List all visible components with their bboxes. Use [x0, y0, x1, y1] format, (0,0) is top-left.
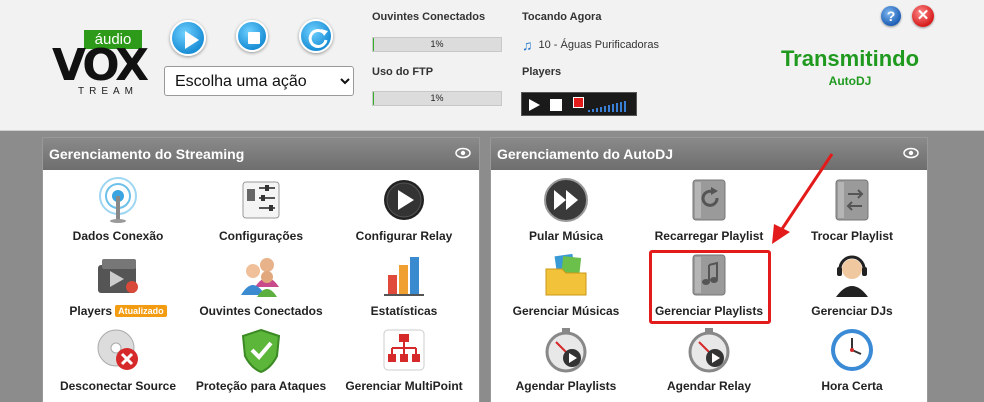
item-label: Configurações [218, 229, 303, 243]
item-label: Gerenciar MultiPoint [345, 379, 463, 393]
item-configuracoes[interactable]: Configurações [188, 170, 334, 248]
stream-status-source: AutoDJ [828, 74, 872, 88]
shield-check-icon [241, 328, 281, 374]
item-label: Estatísticas [370, 304, 438, 318]
reload-playlist-icon [692, 179, 726, 221]
streaming-panel-header: Gerenciamento do Streaming [43, 138, 479, 170]
item-agendar-relay[interactable]: Agendar Relay [636, 320, 782, 398]
bar-chart-icon [384, 257, 424, 296]
antenna-icon [99, 177, 137, 223]
logo: áudio VOX TREAM [52, 30, 150, 98]
logo-sub: TREAM [78, 86, 138, 97]
eye-icon[interactable] [455, 147, 471, 159]
item-label: Gerenciar DJs [811, 304, 893, 318]
item-label: Proteção para Ataques [195, 379, 327, 393]
skip-icon [544, 178, 588, 222]
ftp-label: Uso do FTP [372, 66, 434, 78]
now-playing-title: 10 - Águas Purificadoras [538, 39, 659, 51]
ftp-percent: 1% [430, 93, 444, 103]
item-estatisticas[interactable]: Estatísticas [331, 245, 477, 323]
stop-button[interactable] [236, 20, 268, 52]
logo-wordmark: VOX [52, 40, 149, 91]
dj-headset-icon [836, 255, 868, 297]
players-label: Players [522, 66, 562, 78]
stream-status: Transmitindo [780, 46, 920, 71]
highlight-box [649, 250, 771, 324]
streaming-panel-title: Gerenciamento do Streaming [49, 146, 245, 162]
refresh-icon [308, 28, 328, 48]
item-hora-certa[interactable]: Hora Certa [779, 320, 925, 398]
item-label-players: Players Atualizado [45, 304, 191, 318]
item-gerenciar-djs[interactable]: Gerenciar DJs [779, 245, 925, 323]
close-icon[interactable]: ✕ [912, 5, 934, 27]
item-label: Agendar Relay [666, 379, 752, 393]
top-header: áudio VOX TREAM Escolha uma ação Ouvinte… [0, 0, 984, 131]
now-playing-track: ♫ 10 - Águas Purificadoras [522, 37, 659, 53]
item-label: Pular Música [528, 229, 604, 243]
users-icon [241, 258, 279, 297]
item-configurar-relay[interactable]: Configurar Relay [331, 170, 477, 248]
item-label: Desconectar Source [59, 379, 177, 393]
volume-icon[interactable] [586, 97, 634, 113]
ftp-progress-fill [373, 92, 375, 105]
streaming-panel: Gerenciamento do Streaming Dados Conexão [42, 137, 480, 402]
eye-icon[interactable] [903, 147, 919, 159]
updated-badge: Atualizado [115, 305, 167, 317]
refresh-button[interactable] [299, 19, 333, 53]
mini-stop-icon[interactable] [548, 97, 564, 113]
help-icon[interactable]: ? [881, 6, 901, 26]
item-gerenciar-musicas[interactable]: Gerenciar Músicas [493, 245, 639, 323]
relay-play-icon [384, 180, 424, 220]
item-label: Hora Certa [821, 379, 883, 393]
listeners-label: Ouvintes Conectados [372, 11, 486, 23]
autodj-panel-title: Gerenciamento do AutoDJ [497, 146, 674, 162]
item-pular-musica[interactable]: Pular Música [493, 170, 639, 248]
autodj-panel-header: Gerenciamento do AutoDJ [491, 138, 927, 170]
stop-icon [248, 32, 260, 44]
disconnect-icon [97, 329, 138, 370]
multipoint-icon [383, 329, 425, 371]
item-label: Dados Conexão [72, 229, 164, 243]
schedule-relay-icon [688, 328, 730, 373]
annotation-arrow-icon [772, 153, 834, 244]
listeners-progress: 1% [372, 37, 502, 52]
streaming-grid: Dados Conexão Configurações Configurar R… [43, 170, 479, 402]
item-label-text: Players [69, 304, 113, 318]
listeners-progress-fill [373, 38, 375, 51]
mini-player [521, 92, 637, 116]
item-dados-conexao[interactable]: Dados Conexão [45, 170, 191, 248]
music-note-icon: ♫ [522, 37, 533, 53]
item-gerenciar-multipoint[interactable]: Gerenciar MultiPoint [331, 320, 477, 398]
settings-icon [242, 181, 280, 219]
play-icon [185, 31, 199, 49]
mini-record-icon [573, 97, 584, 108]
item-players[interactable]: Players Atualizado [45, 245, 191, 323]
player-device-icon [98, 259, 138, 293]
item-label: Gerenciar Músicas [512, 304, 620, 318]
music-folder-icon [545, 253, 587, 296]
item-label: Agendar Playlists [515, 379, 617, 393]
item-label: Configurar Relay [355, 229, 453, 243]
play-button[interactable] [170, 20, 206, 56]
item-protecao-ataques[interactable]: Proteção para Ataques [188, 320, 334, 398]
schedule-playlist-icon [545, 328, 587, 373]
mini-play-icon[interactable] [526, 97, 542, 113]
clock-icon [831, 329, 873, 371]
ftp-progress: 1% [372, 91, 502, 106]
item-desconectar-source[interactable]: Desconectar Source [45, 320, 191, 398]
item-label: Ouvintes Conectados [199, 304, 323, 318]
item-ouvintes-conectados[interactable]: Ouvintes Conectados [188, 245, 334, 323]
listeners-percent: 1% [430, 39, 444, 49]
action-select[interactable]: Escolha uma ação [164, 66, 354, 96]
now-playing-label: Tocando Agora [522, 11, 602, 23]
item-agendar-playlists[interactable]: Agendar Playlists [493, 320, 639, 398]
